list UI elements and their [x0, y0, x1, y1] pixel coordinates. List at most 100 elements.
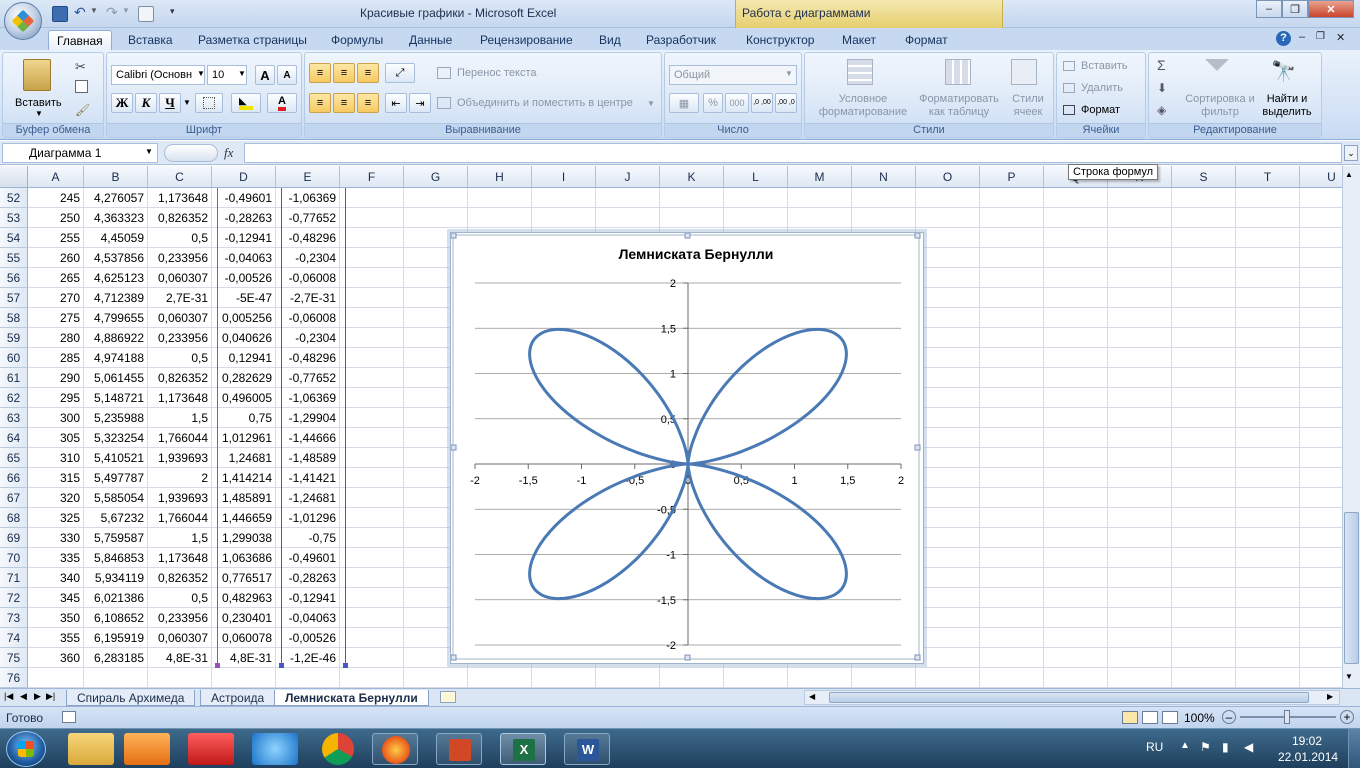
- tab-home[interactable]: Главная: [48, 30, 112, 50]
- cell-c61[interactable]: 0,826352: [148, 368, 212, 388]
- cell-e73[interactable]: -0,04063: [276, 608, 340, 628]
- sort-filter-button[interactable]: Сортировка и фильтр: [1185, 93, 1255, 119]
- column-header-h[interactable]: H: [468, 166, 532, 188]
- cell-b62[interactable]: 5,148721: [84, 388, 148, 408]
- cell-b70[interactable]: 5,846853: [84, 548, 148, 568]
- tab-data[interactable]: Данные: [401, 30, 460, 50]
- chart-object[interactable]: Лемниската Бернулли 2 1,5 1 0,5 0 -0,5 -1 -1,5 -2…: [450, 232, 924, 664]
- row-header[interactable]: 74: [0, 628, 28, 648]
- worksheet[interactable]: ABCDEFGHIJKLMNOPQRSTU 525354555657585960…: [0, 164, 1360, 688]
- tray-show-hidden-icon[interactable]: ▲: [1180, 740, 1190, 751]
- column-header-n[interactable]: N: [852, 166, 916, 188]
- cell-c60[interactable]: 0,5: [148, 348, 212, 368]
- hscroll-right-arrow[interactable]: ▶: [1327, 692, 1333, 701]
- row-header[interactable]: 56: [0, 268, 28, 288]
- row-header[interactable]: 57: [0, 288, 28, 308]
- maximize-button[interactable]: ❐: [1282, 0, 1308, 18]
- find-select-button[interactable]: Найти и выделить: [1257, 93, 1317, 119]
- column-header-j[interactable]: J: [596, 166, 660, 188]
- zoom-slider-thumb[interactable]: [1284, 710, 1290, 724]
- cell-e55[interactable]: -0,2304: [276, 248, 340, 268]
- cell-d66[interactable]: 1,414214: [212, 468, 276, 488]
- row-header[interactable]: 70: [0, 548, 28, 568]
- tab-layout[interactable]: Макет: [834, 30, 884, 50]
- cell-c70[interactable]: 1,173648: [148, 548, 212, 568]
- cell-c56[interactable]: 0,060307: [148, 268, 212, 288]
- cell-b67[interactable]: 5,585054: [84, 488, 148, 508]
- align-top-button[interactable]: ≡: [309, 63, 331, 83]
- tab-design[interactable]: Конструктор: [738, 30, 822, 50]
- cell-a61[interactable]: 290: [28, 368, 84, 388]
- cell-b69[interactable]: 5,759587: [84, 528, 148, 548]
- cell-c58[interactable]: 0,060307: [148, 308, 212, 328]
- row-header[interactable]: 59: [0, 328, 28, 348]
- cell-e57[interactable]: -2,7E-31: [276, 288, 340, 308]
- borders-button[interactable]: [195, 93, 223, 113]
- currency-button[interactable]: ▦: [669, 93, 699, 113]
- formula-input[interactable]: [244, 143, 1342, 163]
- cell-d65[interactable]: 1,24681: [212, 448, 276, 468]
- row-header[interactable]: 60: [0, 348, 28, 368]
- chrome-taskbar-icon[interactable]: [322, 733, 354, 765]
- cell-d54[interactable]: -0,12941: [212, 228, 276, 248]
- row-header[interactable]: 54: [0, 228, 28, 248]
- cell-c54[interactable]: 0,5: [148, 228, 212, 248]
- ie-taskbar-icon[interactable]: [252, 733, 298, 765]
- cell-a62[interactable]: 295: [28, 388, 84, 408]
- tab-view[interactable]: Вид: [591, 30, 629, 50]
- number-format-dropdown-icon[interactable]: ▼: [785, 69, 793, 78]
- insert-cells-button[interactable]: Вставить: [1081, 60, 1128, 72]
- row-header[interactable]: 69: [0, 528, 28, 548]
- language-indicator[interactable]: RU: [1146, 740, 1163, 754]
- cell-a58[interactable]: 275: [28, 308, 84, 328]
- select-all-corner[interactable]: [0, 166, 28, 188]
- format-as-table-button[interactable]: Форматировать как таблицу: [911, 93, 1007, 119]
- cell-c55[interactable]: 0,233956: [148, 248, 212, 268]
- cell-d71[interactable]: 0,776517: [212, 568, 276, 588]
- cell-b68[interactable]: 5,67232: [84, 508, 148, 528]
- shrink-font-button[interactable]: A: [277, 65, 297, 85]
- hscroll-thumb[interactable]: [829, 692, 1309, 703]
- row-header[interactable]: 66: [0, 468, 28, 488]
- cell-c73[interactable]: 0,233956: [148, 608, 212, 628]
- cell-a57[interactable]: 270: [28, 288, 84, 308]
- action-center-icon[interactable]: ⚑: [1200, 740, 1211, 754]
- insert-function-button[interactable]: fx: [224, 145, 233, 161]
- column-header-c[interactable]: C: [148, 166, 212, 188]
- cell-a64[interactable]: 305: [28, 428, 84, 448]
- cell-c66[interactable]: 2: [148, 468, 212, 488]
- underline-button[interactable]: Ч: [159, 93, 181, 113]
- cell-b58[interactable]: 4,799655: [84, 308, 148, 328]
- cell-c68[interactable]: 1,766044: [148, 508, 212, 528]
- cell-d53[interactable]: -0,28263: [212, 208, 276, 228]
- cell-d69[interactable]: 1,299038: [212, 528, 276, 548]
- cell-a70[interactable]: 335: [28, 548, 84, 568]
- column-header-s[interactable]: S: [1172, 166, 1236, 188]
- cell-d60[interactable]: 0,12941: [212, 348, 276, 368]
- page-layout-view-icon[interactable]: [1142, 711, 1158, 724]
- cell-b60[interactable]: 4,974188: [84, 348, 148, 368]
- ribbon-close-icon[interactable]: ✕: [1336, 31, 1345, 44]
- prev-sheet-icon[interactable]: ◀: [20, 691, 27, 702]
- ribbon-minimize-icon[interactable]: –: [1299, 31, 1305, 43]
- print-preview-icon[interactable]: [138, 6, 154, 22]
- cell-d64[interactable]: 1,012961: [212, 428, 276, 448]
- column-header-d[interactable]: D: [212, 166, 276, 188]
- range-handle[interactable]: [279, 663, 284, 668]
- row-header[interactable]: 75: [0, 648, 28, 668]
- horizontal-scrollbar[interactable]: ◀ ▶: [804, 690, 1340, 705]
- format-cells-button[interactable]: Формат: [1081, 104, 1120, 116]
- cell-c76[interactable]: [148, 668, 212, 688]
- cell-c53[interactable]: 0,826352: [148, 208, 212, 228]
- range-handle[interactable]: [215, 663, 220, 668]
- cell-c64[interactable]: 1,766044: [148, 428, 212, 448]
- column-header-m[interactable]: M: [788, 166, 852, 188]
- page-break-view-icon[interactable]: [1162, 711, 1178, 724]
- cell-e68[interactable]: -1,01296: [276, 508, 340, 528]
- cell-b59[interactable]: 4,886922: [84, 328, 148, 348]
- wrap-text-button[interactable]: Перенос текста: [457, 67, 537, 79]
- cell-c65[interactable]: 1,939693: [148, 448, 212, 468]
- cell-c63[interactable]: 1,5: [148, 408, 212, 428]
- network-icon[interactable]: ▮: [1222, 740, 1229, 754]
- office-button[interactable]: [4, 2, 42, 40]
